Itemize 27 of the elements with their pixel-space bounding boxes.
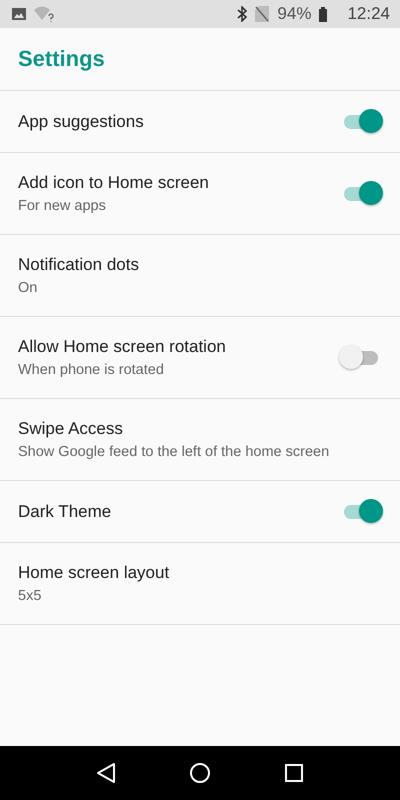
setting-summary: When phone is rotated [18, 362, 165, 378]
settings-row[interactable]: Dark Theme [0, 481, 400, 543]
setting-title: Add icon to Home screen [18, 173, 210, 193]
wifi-icon [34, 6, 54, 22]
setting-title: Swipe Access [18, 419, 124, 439]
settings-row[interactable]: Swipe Access Show Google feed to the left of the home screen [0, 399, 400, 481]
setting-summary: On [18, 280, 38, 296]
image-icon [12, 8, 26, 20]
settings-row[interactable]: Home screen layout 5x5 [0, 543, 400, 625]
settings-row[interactable]: Allow Home screen rotation When phone is rotated [0, 317, 400, 399]
settings-row[interactable]: Add icon to Home screen For new apps [0, 153, 400, 235]
battery-percentage: 94% [277, 4, 312, 24]
page-title: Settings [18, 46, 105, 72]
setting-title: Dark Theme [18, 502, 112, 522]
setting-title: Allow Home screen rotation [18, 337, 227, 357]
settings-row[interactable]: App suggestions [0, 91, 400, 153]
setting-summary: Show Google feed to the left of the home screen [18, 444, 330, 460]
settings-row[interactable]: Notification dots On [0, 235, 400, 317]
setting-summary: 5x5 [18, 588, 42, 604]
battery-icon [319, 6, 328, 22]
setting-title: Notification dots [18, 255, 140, 275]
bluetooth-icon [237, 6, 248, 22]
setting-summary: For new apps [18, 198, 107, 214]
setting-title: Home screen layout [18, 563, 170, 583]
setting-title: App suggestions [18, 112, 145, 132]
clock: 12:24 [347, 4, 390, 24]
no-sim-icon [255, 6, 270, 22]
